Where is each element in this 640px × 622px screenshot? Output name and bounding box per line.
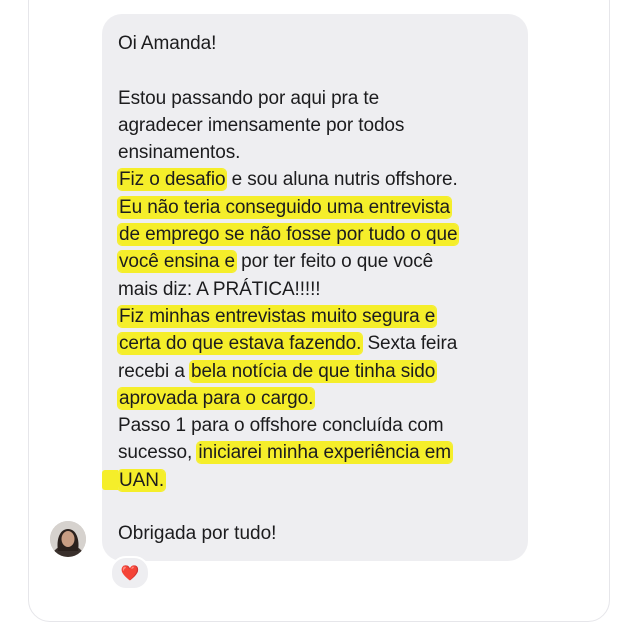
message-line: de emprego se não fosse por tudo o que (118, 221, 523, 248)
message-text-segment: por ter feito o que você (235, 251, 434, 273)
highlighted-text: bela notícia de que tinha sido (189, 360, 437, 382)
message-line: certa do que estava fazendo. Sexta feira (118, 330, 523, 357)
message-line: Passo 1 para o offshore concluída com (118, 412, 523, 439)
message-line: UAN. (102, 467, 523, 494)
highlighted-text: certa do que estava fazendo. (118, 333, 363, 355)
highlighted-text: de emprego se não fosse por tudo o que (118, 224, 459, 246)
message-text-segment: e sou aluna nutris offshore. (226, 169, 458, 191)
message-line: Estou passando por aqui pra te (118, 85, 523, 112)
message-line: Fiz minhas entrevistas muito segura e (118, 303, 523, 330)
message-text-segment: sucesso, (118, 442, 198, 464)
message-text-segment: ensinamentos. (118, 142, 241, 164)
message-line: ensinamentos. (118, 139, 523, 166)
message-text-segment: mais diz: A PRÁTICA!!!!! (118, 278, 321, 300)
message-line: Fiz o desafio e sou aluna nutris offshor… (118, 166, 523, 193)
message-line: Eu não teria conseguido uma entrevista (118, 194, 523, 221)
highlighted-text: Eu não teria conseguido uma entrevista (118, 196, 452, 218)
highlighted-text: aprovada para o cargo. (118, 387, 315, 409)
message-line: recebi a bela notícia de que tinha sido (118, 358, 523, 385)
message-line: Oi Amanda! (118, 30, 523, 57)
highlighted-text: UAN. (118, 469, 165, 491)
message-line: agradecer imensamente por todos (118, 112, 523, 139)
message-text-segment: Estou passando por aqui pra te (118, 87, 380, 109)
message-line: mais diz: A PRÁTICA!!!!! (118, 276, 523, 303)
message-text-segment: recebi a (118, 360, 190, 382)
message-line: aprovada para o cargo. (118, 385, 523, 412)
sender-avatar[interactable] (50, 521, 86, 557)
message-text: Oi Amanda! Estou passando por aqui pra te… (102, 30, 523, 494)
heart-reaction[interactable]: ❤️ (110, 556, 150, 590)
message-text-segment: Sexta feira (362, 333, 458, 355)
message-text-segment: Oi Amanda! (118, 33, 217, 54)
highlighted-text: você ensina e (118, 251, 236, 273)
user-photo-avatar-icon (50, 521, 86, 557)
message-line: você ensina e por ter feito o que você (118, 248, 523, 275)
highlighted-text: Fiz o desafio (118, 169, 227, 191)
message-line: sucesso, iniciarei minha experiência em (118, 439, 523, 466)
message-text-segment: Passo 1 para o offshore concluída com (118, 415, 444, 437)
highlight-mark (102, 469, 118, 490)
final-message-text: Obrigada por tudo! (118, 523, 277, 544)
message-text-segment: agradecer imensamente por todos (118, 114, 405, 136)
highlighted-text: Fiz minhas entrevistas muito segura e (118, 305, 437, 327)
highlighted-text: iniciarei minha experiência em (197, 442, 452, 464)
heart-icon: ❤️ (120, 564, 140, 582)
